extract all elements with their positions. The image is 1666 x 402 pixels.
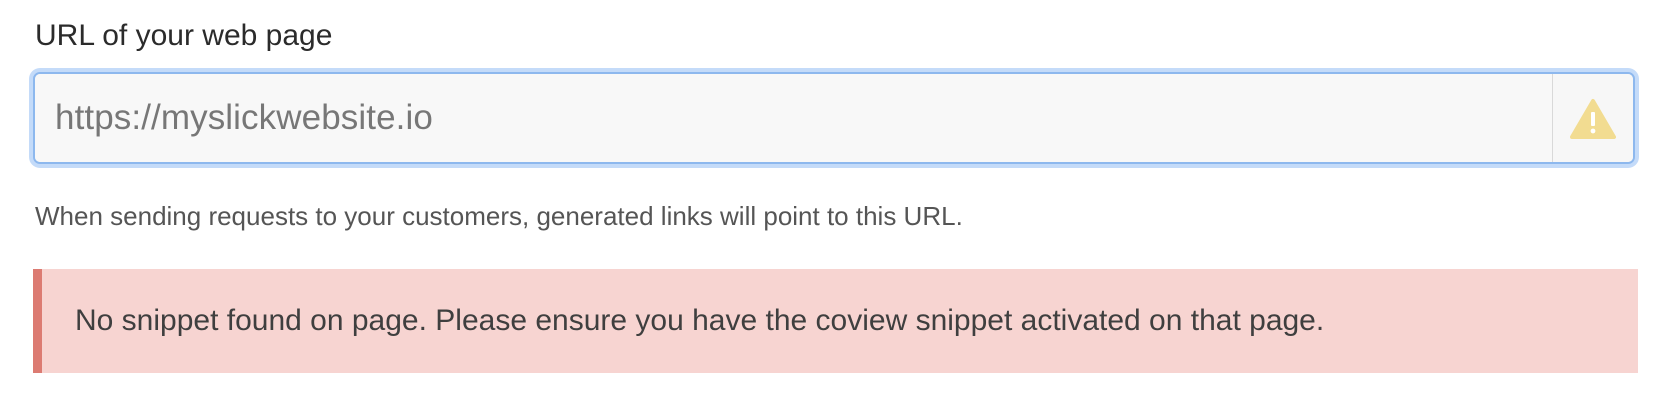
snippet-error-alert: No snippet found on page. Please ensure … bbox=[33, 269, 1638, 373]
url-input-group bbox=[33, 72, 1635, 164]
snippet-error-message: No snippet found on page. Please ensure … bbox=[75, 304, 1325, 337]
warning-icon bbox=[1570, 99, 1616, 139]
url-help-text: When sending requests to your customers,… bbox=[35, 201, 963, 231]
url-status-addon bbox=[1552, 74, 1633, 162]
url-input[interactable] bbox=[35, 74, 1552, 162]
field-label: URL of your web page bbox=[35, 19, 333, 52]
